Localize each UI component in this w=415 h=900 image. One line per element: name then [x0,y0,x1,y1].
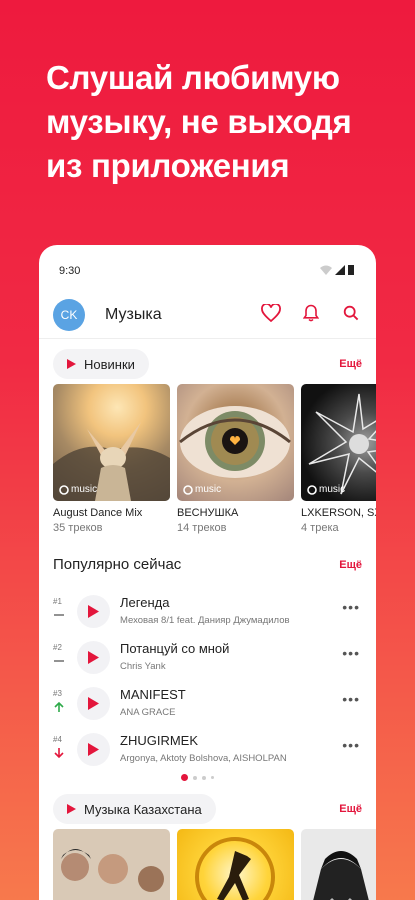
page-dot [211,776,214,779]
promo-headline: Слушай любимую музыку, не выходя из прил… [46,56,386,188]
play-button[interactable] [77,687,110,720]
search-icon[interactable] [340,302,362,324]
track-row[interactable]: #3 MANIFEST ANA GRACE ••• [39,683,376,729]
page-title: Музыка [105,306,162,323]
music-logo: music [307,484,345,495]
play-button[interactable] [77,641,110,674]
new-releases-carousel: music August Dance Mix 35 треков music В… [53,384,376,534]
album-card[interactable]: music August Dance Mix 35 треков [53,384,170,534]
heart-icon[interactable] [260,302,282,324]
album-cover [177,829,294,900]
album-title: ВЕСНУШКА [177,507,239,519]
phone-screen: 9:30 CK Музыка Новинки Ещё music August … [39,245,376,900]
album-card[interactable] [53,829,170,900]
more-options-icon[interactable]: ••• [342,691,360,707]
album-subtitle: 14 треков [177,522,227,534]
album-subtitle: 4 трека [301,522,339,534]
play-triangle-icon [67,359,76,369]
play-button[interactable] [77,595,110,628]
avatar[interactable]: CK [53,299,85,331]
album-card[interactable] [301,829,376,900]
track-rank: #1 [53,597,62,606]
album-cover [301,829,376,900]
promo-line-3: из приложения [46,147,290,184]
play-icon [88,743,99,756]
album-cover: music [301,384,376,501]
new-releases-tab[interactable]: Новинки [53,349,149,379]
track-title: ZHUGIRMEK [120,733,198,748]
music-logo-icon [183,484,193,495]
track-rank: #2 [53,643,62,652]
page-dot-active [181,774,188,781]
status-bar: 9:30 [39,245,376,295]
trend-up-icon [54,701,64,712]
album-cover: music [177,384,294,501]
trend-same-icon [54,660,64,662]
new-releases-more-link[interactable]: Ещё [339,358,362,370]
album-card[interactable]: music ВЕСНУШКА 14 треков [177,384,294,534]
page-dot [202,775,206,780]
wifi-icon [320,265,332,275]
more-options-icon[interactable]: ••• [342,599,360,615]
page-dot [193,775,197,780]
track-artist: Меховая 8/1 feat. Данияр Джумадилов [120,615,290,626]
track-artist: ANA GRACE [120,707,176,718]
music-logo: music [183,484,221,495]
play-icon [88,697,99,710]
promo-line-1: Слушай любимую [46,59,340,96]
popular-section-title: Популярно сейчас [53,556,182,573]
track-artist: Chris Yank [120,661,166,672]
bell-icon[interactable] [300,302,322,324]
signal-icon [335,265,345,275]
more-options-icon[interactable]: ••• [342,645,360,661]
track-title: Легенда [120,595,170,610]
track-title: Потанцуй со мной [120,641,230,656]
status-time: 9:30 [59,265,81,277]
more-options-icon[interactable]: ••• [342,737,360,753]
play-button[interactable] [77,733,110,766]
music-logo-icon [59,484,69,495]
track-title: MANIFEST [120,687,186,702]
album-card[interactable]: music LXKERSON, SX 4 трека [301,384,376,534]
play-icon [88,651,99,664]
track-rank: #4 [53,735,62,744]
track-row[interactable]: #2 Потанцуй со мной Chris Yank ••• [39,637,376,683]
track-rank: #3 [53,689,62,698]
kazakhstan-more-link[interactable]: Ещё [339,803,362,815]
kazakhstan-music-label: Музыка Казахстана [84,801,202,817]
popular-more-link[interactable]: Ещё [339,559,362,571]
music-logo-icon [307,484,317,495]
track-row[interactable]: #1 Легенда Меховая 8/1 feat. Данияр Джум… [39,591,376,637]
track-artist: Argonya, Aktoty Bolshova, AISHOLPAN [120,753,287,764]
album-title: August Dance Mix [53,507,143,519]
play-icon [88,605,99,618]
play-triangle-icon [67,804,76,814]
album-cover: music [53,384,170,501]
album-card[interactable] [177,829,294,900]
music-logo: music [59,484,97,495]
kazakhstan-carousel [53,829,376,900]
album-subtitle: 35 треков [53,522,103,534]
track-row[interactable]: #4 ZHUGIRMEK Argonya, Aktoty Bolshova, A… [39,729,376,775]
album-cover [53,829,170,900]
album-title: LXKERSON, SX [301,507,376,519]
kazakhstan-music-tab[interactable]: Музыка Казахстана [53,794,216,824]
page-indicator [181,774,214,781]
trend-same-icon [54,614,64,616]
promo-line-2: музыку, не выходя [46,103,352,140]
app-bar: CK Музыка [39,295,376,339]
battery-icon [348,265,354,275]
trend-down-icon [54,748,64,759]
new-releases-label: Новинки [84,356,135,372]
